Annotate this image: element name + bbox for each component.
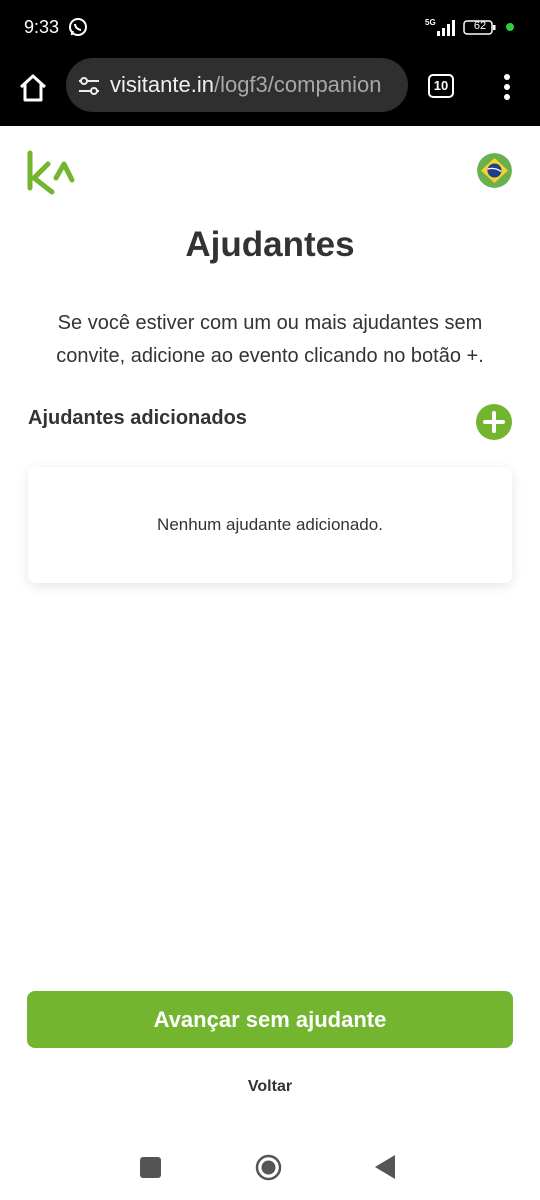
empty-state-message: Nenhum ajudante adicionado. [157,515,383,534]
page-title: Ajudantes [185,225,355,264]
status-bar: 9:33 5G 62 [0,0,540,56]
url-path: /logf3/companion [213,72,382,97]
continue-without-helper-button[interactable]: Avançar sem ajudante [27,991,513,1048]
menu-icon[interactable] [500,72,514,102]
nav-back-icon[interactable] [373,1154,397,1180]
status-time: 9:33 [24,17,60,37]
nav-home-icon[interactable] [255,1154,282,1181]
add-helper-button[interactable] [476,404,512,440]
page-description: Se você estiver com um ou mais ajudantes… [56,312,484,367]
signal-icon: 5G [425,18,455,36]
whatsapp-icon [69,18,87,36]
privacy-dot [506,23,514,31]
battery-level: 62 [473,20,487,32]
tabs-icon[interactable]: 10 [428,74,454,98]
home-icon[interactable] [18,73,48,103]
site-settings-icon[interactable] [78,76,100,96]
nav-recents-icon[interactable] [140,1157,161,1178]
back-link[interactable]: Voltar [0,1078,540,1096]
svg-text:5G: 5G [425,18,436,27]
url-domain: visitante.in [110,72,214,97]
helpers-list-card: Nenhum ajudante adicionado. [28,467,512,583]
logo[interactable] [26,150,76,196]
brazil-flag-icon[interactable] [477,153,512,188]
url-text[interactable]: visitante.in/logf3/companion [110,72,382,98]
section-label-added-helpers: Ajudantes adicionados [28,407,247,429]
plus-icon [483,411,505,433]
